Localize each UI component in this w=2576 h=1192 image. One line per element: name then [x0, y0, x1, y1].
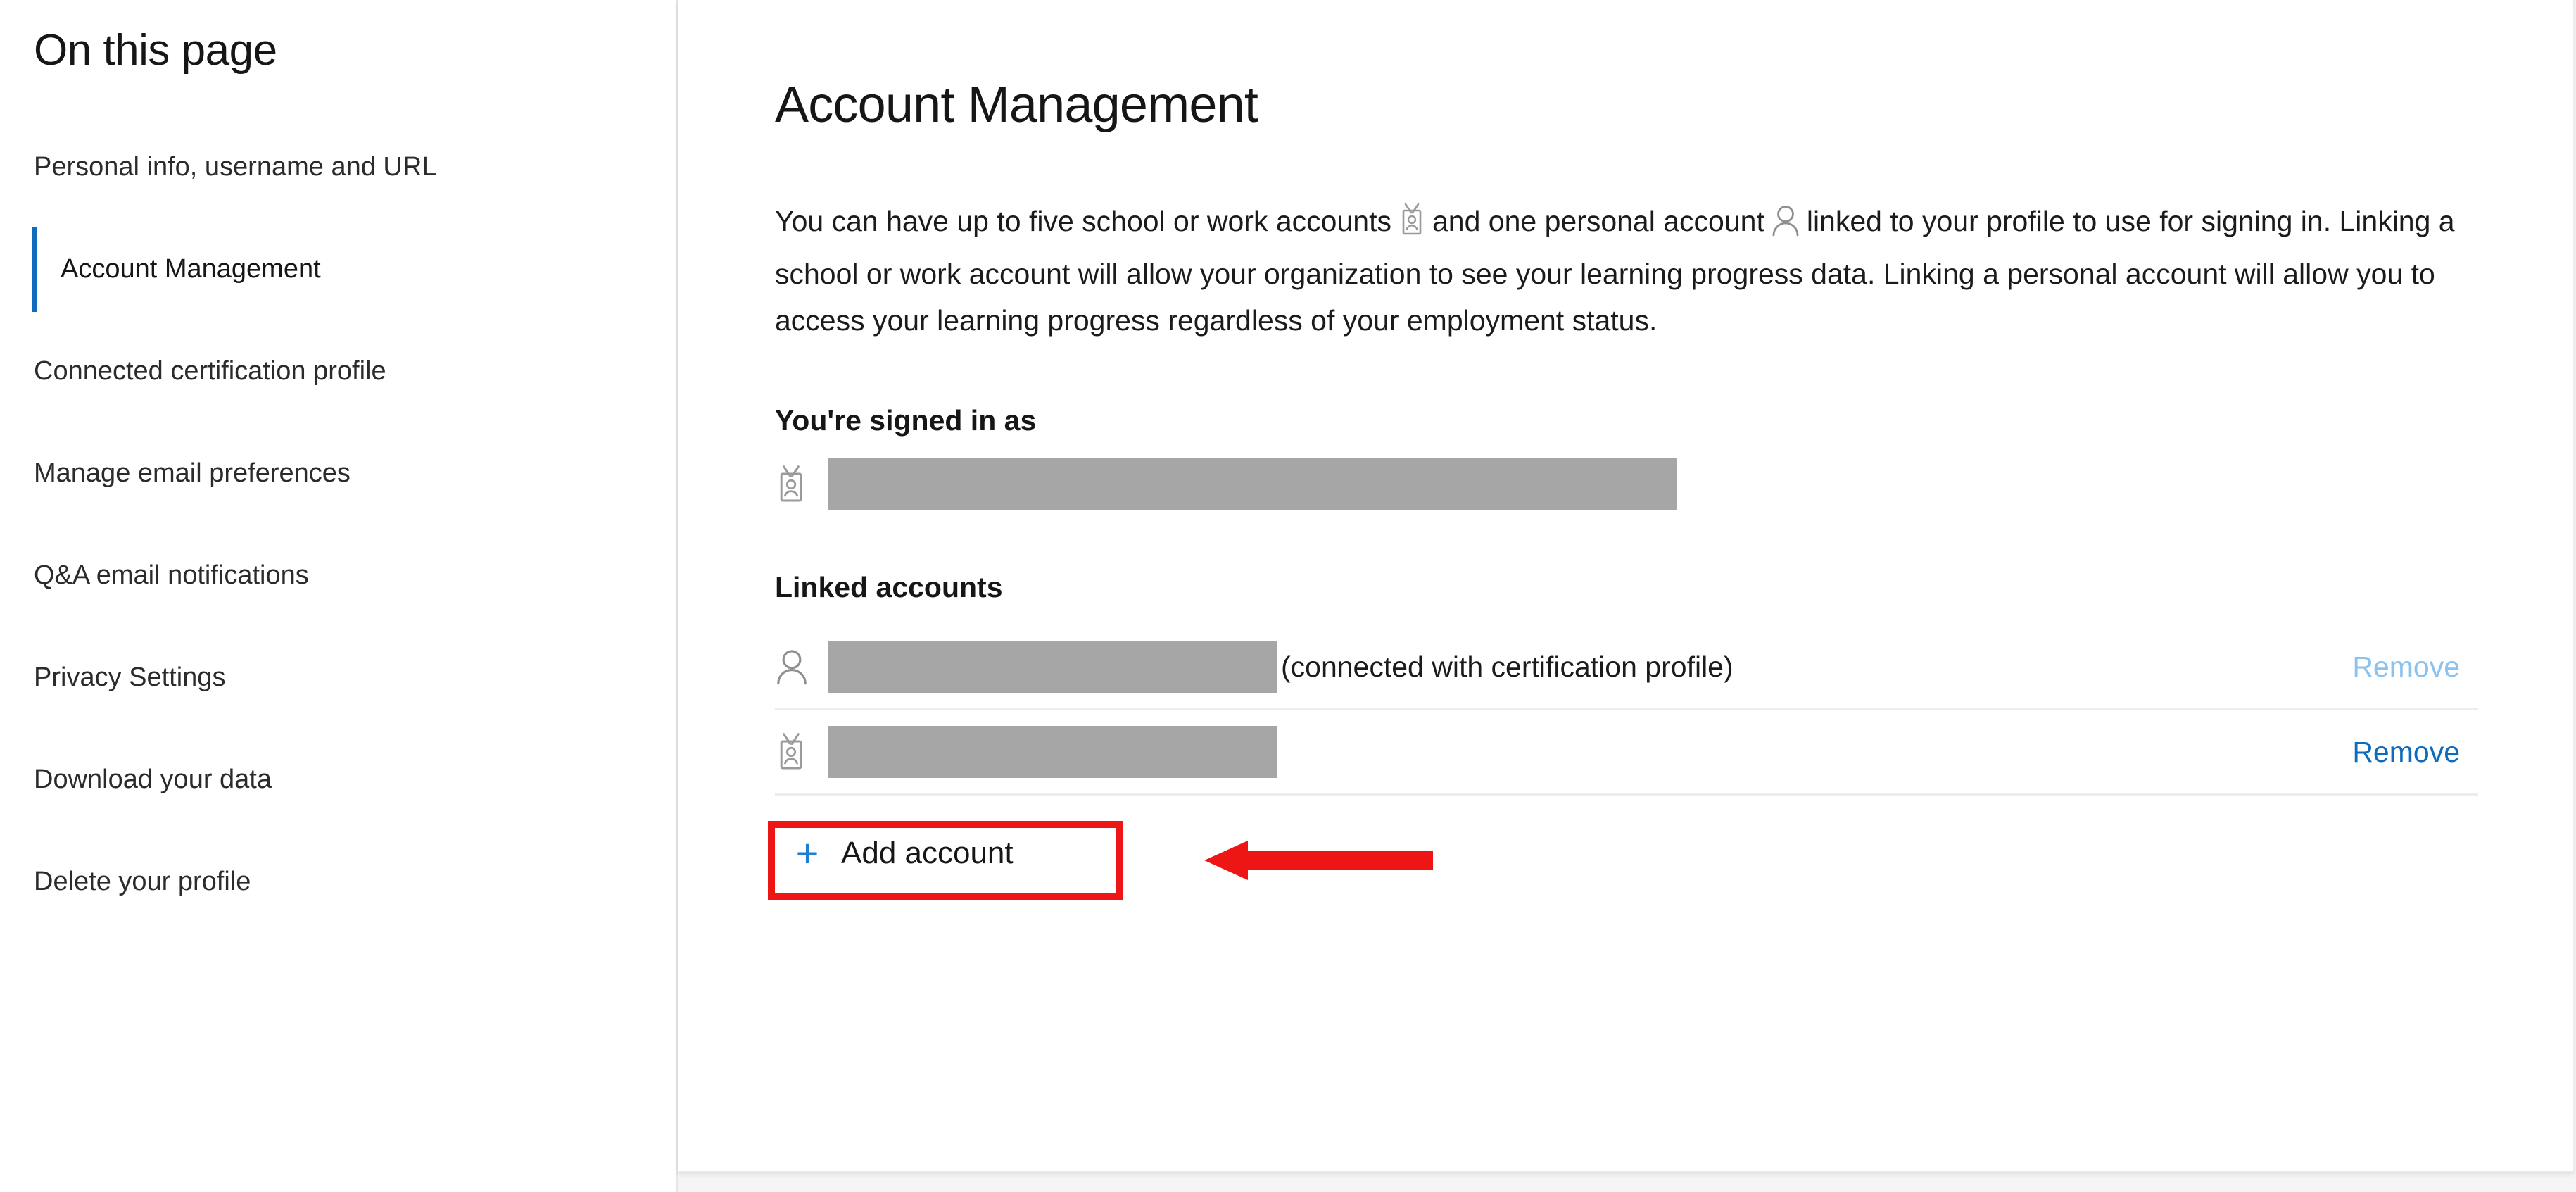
linked-account-redacted-value: [828, 641, 1277, 694]
on-this-page-title: On this page: [34, 26, 277, 75]
annotation-arrow-icon: [1204, 839, 1433, 882]
person-icon: [775, 648, 828, 685]
sidebar-item-label: Manage email preferences: [34, 458, 351, 488]
linked-accounts-list: (connected with certification profile) R…: [775, 625, 2478, 796]
sidebar-item-label: Personal info, username and URL: [34, 152, 437, 182]
account-management-page: On this page Personal info, username and…: [0, 0, 2576, 1192]
active-item-indicator: [32, 227, 37, 313]
add-account-row: + Add account: [768, 821, 2573, 905]
signed-in-account-redacted-value: [828, 458, 1677, 511]
intro-text-part-2: and one personal account: [1432, 205, 1764, 238]
sidebar-item-qa-email-notifications[interactable]: Q&A email notifications: [0, 525, 676, 627]
signed-in-row: [775, 458, 2573, 511]
remove-link[interactable]: Remove: [2352, 651, 2478, 684]
on-this-page-nav: On this page Personal info, username and…: [0, 0, 678, 1192]
badge-icon: [1398, 203, 1426, 250]
linked-accounts-heading: Linked accounts: [775, 571, 1003, 604]
sidebar-item-connected-certification-profile[interactable]: Connected certification profile: [0, 320, 676, 422]
plus-icon: +: [795, 831, 819, 876]
badge-icon: [775, 732, 828, 772]
content-area: Account Management You can have up to fi…: [678, 0, 2576, 1192]
sidebar-item-label: Connected certification profile: [34, 356, 386, 386]
add-account-label: Add account: [841, 836, 1014, 871]
sidebar-item-label: Privacy Settings: [34, 663, 226, 692]
sidebar-item-manage-email-preferences[interactable]: Manage email preferences: [0, 422, 676, 525]
linked-account-note: (connected with certification profile): [1281, 650, 1734, 683]
add-account-button[interactable]: + Add account: [789, 834, 1014, 873]
sidebar-item-account-management[interactable]: Account Management: [0, 218, 676, 320]
toc-list: Personal info, username and URL Account …: [0, 116, 676, 933]
sidebar-item-label: Account Management: [61, 254, 321, 284]
sidebar-item-label: Delete your profile: [34, 867, 251, 896]
linked-account-row: Remove: [775, 710, 2478, 796]
linked-account-row: (connected with certification profile) R…: [775, 625, 2478, 711]
intro-paragraph: You can have up to five school or work a…: [775, 198, 2461, 344]
intro-text-part-1: You can have up to five school or work a…: [775, 205, 1391, 238]
sidebar-item-label: Q&A email notifications: [34, 560, 309, 590]
linked-account-redacted-value: [828, 726, 1277, 779]
sidebar-item-download-your-data[interactable]: Download your data: [0, 729, 676, 831]
account-management-card: Account Management You can have up to fi…: [678, 0, 2575, 1172]
sidebar-item-personal-info[interactable]: Personal info, username and URL: [0, 116, 676, 218]
sidebar-item-privacy-settings[interactable]: Privacy Settings: [0, 627, 676, 729]
badge-icon: [775, 465, 828, 504]
signed-in-heading: You're signed in as: [775, 404, 1037, 437]
sidebar-item-delete-your-profile[interactable]: Delete your profile: [0, 831, 676, 933]
page-title: Account Management: [775, 77, 1258, 133]
sidebar-item-label: Download your data: [34, 765, 272, 794]
remove-link[interactable]: Remove: [2352, 736, 2478, 769]
person-icon: [1771, 203, 1800, 250]
